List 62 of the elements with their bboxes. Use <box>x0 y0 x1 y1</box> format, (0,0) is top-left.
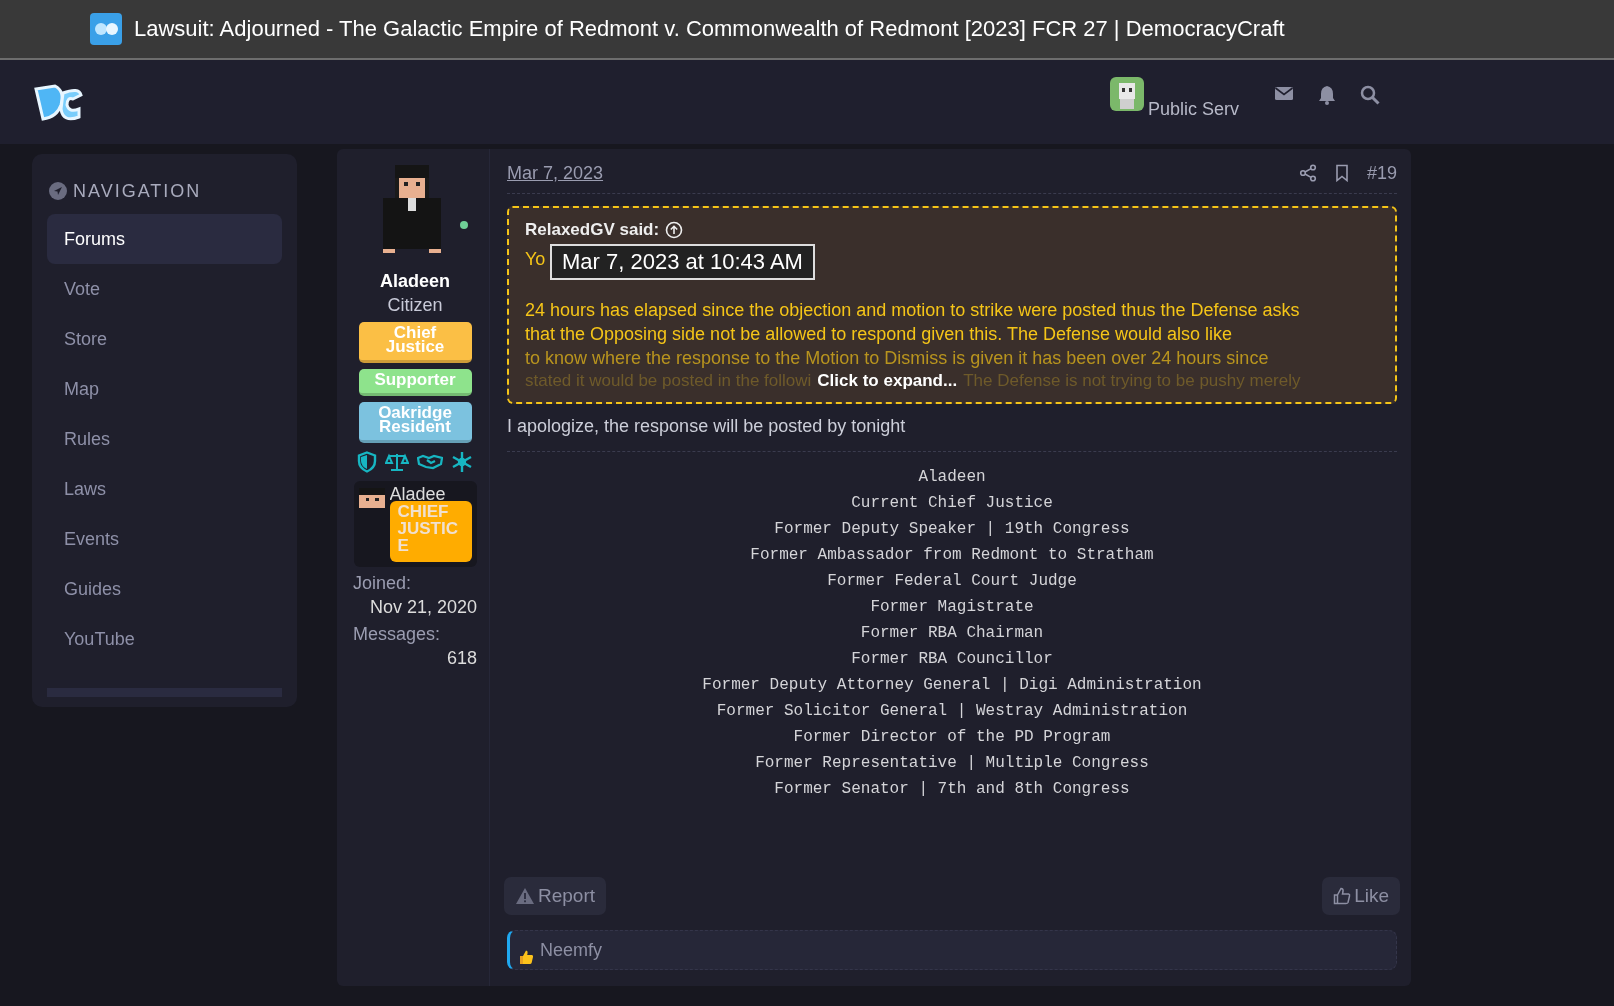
post-number-link[interactable]: #19 <box>1366 162 1397 184</box>
nav-item[interactable]: Events <box>47 514 282 564</box>
expand-link[interactable]: Click to expand... <box>817 371 958 391</box>
user-banner: Chief Justice <box>358 322 472 363</box>
section-heading: NAVIGATION <box>73 180 202 202</box>
date-tooltip: Mar 7, 2023 at 10:43 AM <box>550 244 815 280</box>
signature-line: Former RBA Councillor <box>851 649 1053 670</box>
bookmark-icon[interactable] <box>1334 164 1349 182</box>
user-title: Citizen <box>387 295 443 316</box>
post-message: I apologize, the response will be posted by tonight <box>507 416 1397 452</box>
nav-item[interactable]: YouTube <box>47 614 282 664</box>
signature-line: Former Senator | 7th and 8th Congress <box>774 779 1130 800</box>
stat-label: Messages: <box>353 624 441 645</box>
signature-line: Current Chief Justice <box>851 493 1053 514</box>
signature-line: Former Federal Court Judge <box>827 571 1077 592</box>
nav-item[interactable]: Rules <box>47 414 282 464</box>
search-icon[interactable] <box>1360 85 1380 105</box>
up-arrow-circle-icon[interactable] <box>665 221 684 239</box>
reaction-users-link[interactable]: Neemfy <box>540 939 602 961</box>
asterisk-icon <box>451 451 473 473</box>
signature-line: Former Representative | Multiple Congress <box>755 753 1149 774</box>
nav-item[interactable]: Map <box>47 364 282 414</box>
quote-paragraph: 24 hours has elapsed since the objection and motion to strike were posted thus the Defense asks that the Opposing side not be allowed to respond given this. The Defense would also like <box>525 299 1301 346</box>
notification-bell-icon[interactable] <box>1318 85 1336 105</box>
nav-item[interactable]: Guides <box>47 564 282 614</box>
share-icon[interactable] <box>1298 164 1317 182</box>
nav-item[interactable]: Vote <box>47 264 282 314</box>
card-username: Aladee <box>389 484 446 500</box>
username[interactable]: Public Serv <box>1148 99 1240 119</box>
thumbs-up-icon <box>1333 887 1352 905</box>
shield-icon <box>357 451 377 473</box>
report-button[interactable]: Report <box>504 877 607 915</box>
signature-line: Former Magistrate <box>870 597 1034 618</box>
nav-item[interactable]: Store <box>47 314 282 364</box>
scales-icon <box>385 452 409 472</box>
window-title: Lawsuit: Adjourned - The Galactic Empire of Redmont v. Commonwealth of Redmont [2023] FCR 27 | DemocracyCraft <box>134 16 1285 42</box>
signature-line: Former Solicitor General | Westray Administration <box>716 701 1188 722</box>
signature-line: Former Deputy Attorney General | Digi Administration <box>702 675 1202 696</box>
signature-line: Former RBA Chairman <box>860 623 1044 644</box>
signature-line: Former Director of the PD Program <box>793 727 1111 748</box>
role-badge: CHIEF JUSTICE <box>389 501 472 562</box>
like-button[interactable]: Like <box>1322 877 1400 915</box>
post-date-link[interactable]: Mar 7, 2023 <box>507 162 604 184</box>
user-banner: Oakridge Resident <box>358 402 472 443</box>
user-banner: Supporter <box>358 369 472 396</box>
quote-paragraph: to know where the response to the Motion to Dismiss is given it has been over 24 hours since <box>525 347 1270 370</box>
avatar-icon[interactable] <box>1110 77 1144 111</box>
stat-value: Nov 21, 2020 <box>369 597 477 618</box>
nav-item[interactable]: Laws <box>47 464 282 514</box>
thumbs-up-icon <box>518 949 534 965</box>
stat-value: 618 <box>446 648 477 669</box>
signature-line: Aladeen <box>918 467 986 488</box>
site-logo-icon <box>90 13 122 45</box>
nav-item[interactable]: Forums <box>47 214 282 264</box>
signature-line: Former Ambassador from Redmont to Stratham <box>750 545 1154 566</box>
warning-icon <box>515 887 535 905</box>
quote-author: RelaxedGV said: <box>525 220 660 240</box>
author-name[interactable]: Aladeen <box>380 271 450 292</box>
stat-label: Joined: <box>353 573 412 594</box>
mail-icon[interactable] <box>1274 85 1294 101</box>
quote-text: Yo <box>525 248 546 270</box>
signature-line: Former Deputy Speaker | 19th Congress <box>774 519 1130 540</box>
